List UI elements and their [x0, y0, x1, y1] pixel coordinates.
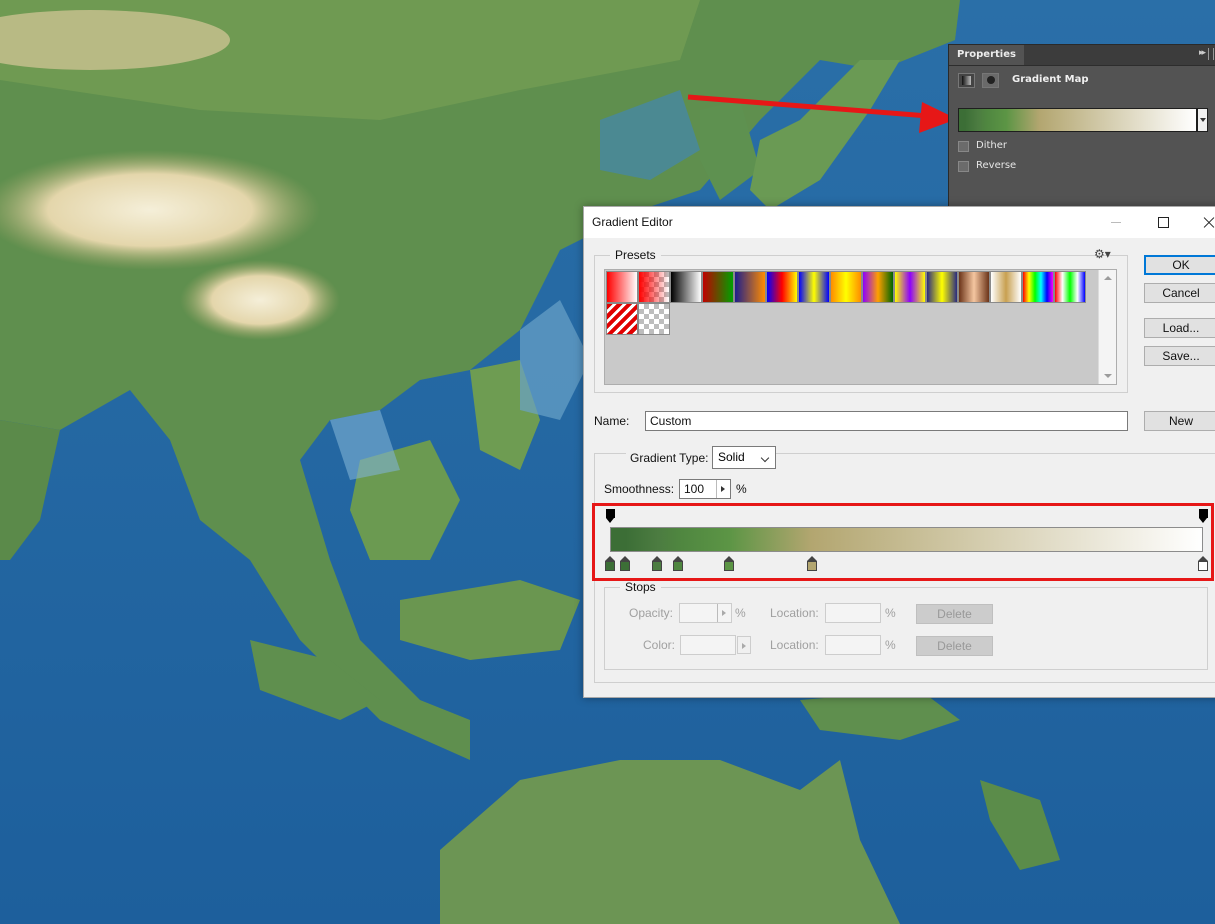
opacity-input[interactable]	[679, 603, 732, 623]
opacity-stop[interactable]	[1198, 509, 1208, 525]
adjustment-layer-icon[interactable]	[958, 73, 975, 88]
dither-label: Dither	[976, 140, 1008, 151]
color-location-label: Location:	[770, 638, 819, 652]
preset-swatch[interactable]	[702, 271, 734, 303]
color-label: Color:	[643, 638, 676, 652]
preset-swatch[interactable]	[958, 271, 990, 303]
presets-gear-icon[interactable]: ⚙▾	[1094, 247, 1111, 261]
preset-swatch[interactable]	[990, 271, 1022, 303]
color-stop[interactable]	[723, 556, 734, 571]
preset-swatch[interactable]	[606, 271, 638, 303]
scroll-up-icon[interactable]	[1104, 276, 1112, 280]
properties-title: Gradient Map	[1012, 74, 1089, 85]
opacity-location-input[interactable]	[825, 603, 881, 623]
preset-swatch[interactable]	[862, 271, 894, 303]
save-button[interactable]: Save...	[1144, 346, 1215, 366]
preset-swatch[interactable]	[1054, 271, 1086, 303]
gradient-type-select[interactable]: Solid	[712, 446, 776, 469]
preset-swatch[interactable]	[670, 271, 702, 303]
preset-swatch[interactable]	[894, 271, 926, 303]
preset-scrollbar[interactable]	[1098, 270, 1116, 384]
name-label: Name:	[594, 414, 630, 428]
stops-label: Stops	[620, 580, 661, 594]
panel-menu-icon[interactable]	[1208, 48, 1214, 60]
preset-swatch[interactable]	[638, 303, 670, 335]
layer-mask-icon[interactable]	[982, 73, 999, 88]
name-input[interactable]: Custom	[645, 411, 1128, 431]
color-delete-button[interactable]: Delete	[916, 636, 993, 656]
smoothness-input[interactable]: 100	[679, 479, 731, 499]
gradient-type-label: Gradient Type:	[626, 451, 713, 465]
color-stop[interactable]	[619, 556, 630, 571]
color-stop[interactable]	[673, 556, 684, 571]
new-button[interactable]: New	[1144, 411, 1215, 431]
ok-button[interactable]: OK	[1144, 255, 1215, 275]
collapse-icon[interactable]: ▸▸	[1199, 48, 1206, 58]
presets-label: Presets	[610, 248, 661, 262]
close-icon[interactable]	[1196, 211, 1215, 233]
smoothness-value: 100	[684, 482, 705, 496]
preset-swatch[interactable]	[766, 271, 798, 303]
opacity-stop[interactable]	[605, 509, 615, 525]
properties-panel: Properties ▸▸ Gradient Map Dither Revers…	[948, 44, 1215, 209]
load-button[interactable]: Load...	[1144, 318, 1215, 338]
color-stop[interactable]	[806, 556, 817, 571]
scroll-down-icon[interactable]	[1104, 374, 1112, 378]
dither-checkbox-box[interactable]	[958, 141, 969, 152]
preset-swatch[interactable]	[734, 271, 766, 303]
properties-tab[interactable]: Properties	[949, 45, 1024, 65]
preset-swatch[interactable]	[798, 271, 830, 303]
opacity-delete-button[interactable]: Delete	[916, 604, 993, 624]
dialog-title: Gradient Editor	[592, 215, 673, 229]
color-location-input[interactable]	[825, 635, 881, 655]
gradient-editor-dialog: Gradient Editor Presets ⚙▾ OK Cancel Loa…	[583, 206, 1215, 698]
preset-list[interactable]	[604, 269, 1117, 385]
opacity-location-label: Location:	[770, 606, 819, 620]
opacity-stepper-icon[interactable]	[717, 604, 731, 622]
color-stop[interactable]	[652, 556, 663, 571]
opacity-label: Opacity:	[629, 606, 674, 620]
properties-tab-bar: Properties ▸▸	[949, 45, 1215, 66]
properties-header: Gradient Map	[958, 73, 1208, 91]
color-picker-arrow-icon[interactable]	[737, 636, 751, 654]
preset-swatch[interactable]	[926, 271, 958, 303]
preset-swatch[interactable]	[1022, 271, 1054, 303]
reverse-label: Reverse	[976, 160, 1017, 171]
color-location-percent: %	[885, 638, 896, 652]
stops-group	[604, 587, 1208, 670]
color-stop[interactable]	[1198, 556, 1208, 571]
smoothness-stepper-icon[interactable]	[716, 480, 730, 498]
opacity-location-percent: %	[885, 606, 896, 620]
gradient-bar[interactable]	[610, 527, 1203, 552]
gradient-dropdown-button[interactable]	[1197, 108, 1208, 132]
gradient-map-preview[interactable]	[958, 108, 1197, 132]
color-stop[interactable]	[605, 556, 615, 571]
reverse-checkbox-box[interactable]	[958, 161, 969, 172]
preset-swatch[interactable]	[830, 271, 862, 303]
dialog-title-bar[interactable]: Gradient Editor	[584, 207, 1215, 238]
preset-swatch[interactable]	[606, 303, 638, 335]
minimize-icon[interactable]	[1102, 211, 1130, 233]
preset-swatch[interactable]	[638, 271, 670, 303]
maximize-icon[interactable]	[1149, 211, 1177, 233]
smoothness-label: Smoothness:	[604, 482, 675, 496]
color-swatch[interactable]	[680, 635, 736, 655]
cancel-button[interactable]: Cancel	[1144, 283, 1215, 303]
opacity-percent: %	[735, 606, 746, 620]
smoothness-percent: %	[736, 482, 747, 496]
